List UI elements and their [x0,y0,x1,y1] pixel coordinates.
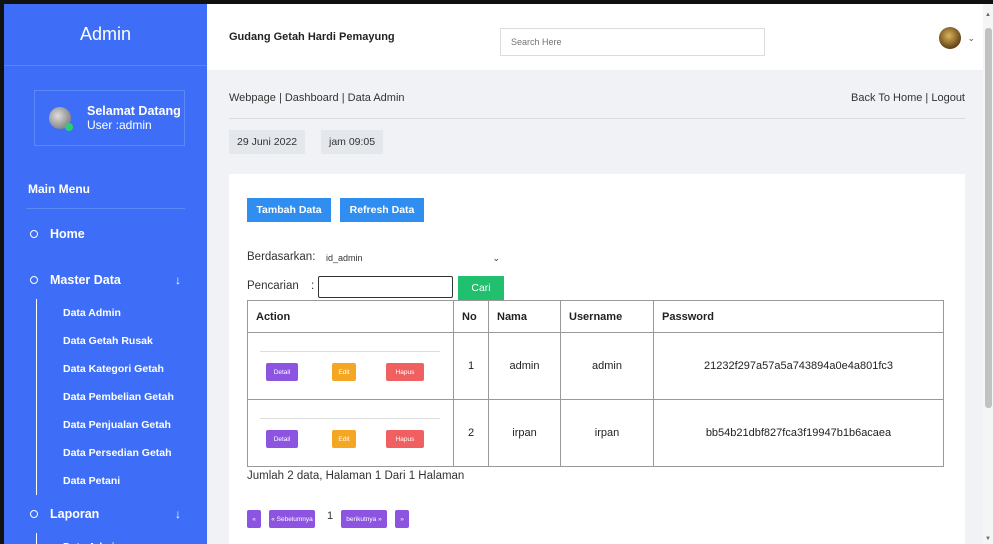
chevron-down-icon[interactable]: ⌄ [967,33,975,44]
column-header-nama: Nama [488,300,561,333]
submenu-item-data-getah-rusak[interactable]: Data Getah Rusak [63,327,207,355]
action-cell: Detail Edit Hapus [247,399,454,467]
cell-nama: admin [488,332,561,400]
avatar[interactable] [939,27,962,49]
header-links[interactable]: Back To Home | Logout [851,92,965,104]
detail-button[interactable]: Detail [266,363,298,381]
submenu-item-data-admin[interactable]: Data Admin [63,299,207,327]
submenu-item-data-persedian-getah[interactable]: Data Persedian Getah [63,439,207,467]
table-row: Detail Edit Hapus 2 irpan irpan bb54b21d… [247,399,944,467]
circle-icon [30,230,38,238]
submenu-item-data-kategori-getah[interactable]: Data Kategori Getah [63,355,207,383]
sidebar-item-label: Home [50,227,85,241]
cell-username: admin [560,332,654,400]
submenu-item-data-petani[interactable]: Data Petani [63,467,207,495]
circle-icon [30,276,38,284]
cell-username: irpan [560,399,654,467]
column-header-action: Action [247,300,454,333]
sidebar: Admin Selamat Datang User :admin Main Me… [0,0,207,544]
circle-icon [30,510,38,518]
data-card: Tambah Data Refresh Data Berdasarkan: id… [229,174,965,544]
sidebar-item-home[interactable]: Home [4,221,207,247]
app-title: Gudang Getah Hardi Pemayung [229,31,395,43]
user-panel: Selamat Datang User :admin [34,90,185,146]
search-input[interactable] [500,28,765,56]
user-label: User :admin [87,118,152,132]
breadcrumb[interactable]: Webpage | Dashboard | Data Admin [229,92,405,104]
hapus-button[interactable]: Hapus [386,430,424,448]
brand-title[interactable]: Admin [4,4,207,66]
date-badge: 29 Juni 2022 [229,130,306,154]
scroll-up-icon[interactable]: ▲ [985,12,991,18]
divider [229,118,965,119]
cell-password: bb54b21dbf827fca3f19947b1b6acaea [653,399,944,467]
laporan-submenu: Data Admin [36,533,207,544]
sidebar-item-label: Laporan [50,507,100,521]
cell-password: 21232f297a57a5a743894a0e4a801fc3 [653,332,944,400]
scrollbar[interactable]: ▲ ▼ [983,4,993,544]
berdasarkan-label: Berdasarkan: [247,251,316,263]
welcome-text: Selamat Datang [87,104,181,118]
tambah-data-button[interactable]: Tambah Data [247,198,331,222]
detail-button[interactable]: Detail [266,430,298,448]
refresh-data-button[interactable]: Refresh Data [340,198,424,222]
main-content: Webpage | Dashboard | Data Admin Back To… [207,70,983,544]
sidebar-item-master-data[interactable]: Master Data ↓ [4,267,207,293]
edit-button[interactable]: Edit [332,430,356,448]
submenu-item-laporan-data-admin[interactable]: Data Admin [63,533,207,544]
avatar [49,107,73,131]
arrow-down-icon: ↓ [175,273,181,287]
master-data-submenu: Data Admin Data Getah Rusak Data Kategor… [36,299,207,495]
pencarian-label: Pencarian [247,280,299,292]
prev-page-button[interactable]: « Sebelumnya [269,510,315,528]
profile-menu[interactable]: ⌄ [939,27,975,49]
arrow-down-icon: ↓ [175,507,181,521]
sidebar-item-label: Master Data [50,273,121,287]
main-menu-heading: Main Menu [28,182,90,196]
filter-select[interactable]: id_admin ⌄ [318,248,504,268]
sidebar-item-laporan[interactable]: Laporan ↓ [4,501,207,527]
time-badge: jam 09:05 [321,130,384,154]
submenu-item-data-pembelian-getah[interactable]: Data Pembelian Getah [63,383,207,411]
pagination-summary: Jumlah 2 data, Halaman 1 Dari 1 Halaman [247,470,465,482]
select-value: id_admin [326,253,363,263]
action-cell: Detail Edit Hapus [247,332,454,400]
column-header-no: No [453,300,489,333]
current-page[interactable]: 1 [327,510,333,522]
divider [26,208,185,209]
chevron-down-icon: ⌄ [492,252,500,263]
next-page-button[interactable]: berikutnya » [341,510,387,528]
first-page-button[interactable]: « [247,510,261,528]
scroll-down-icon[interactable]: ▼ [985,536,991,542]
scrollbar-thumb[interactable] [985,28,992,408]
cell-nama: irpan [488,399,561,467]
colon-label: : [311,280,315,292]
topbar: Gudang Getah Hardi Pemayung ⌄ [207,0,993,70]
cell-no: 1 [453,332,489,400]
admin-table: Action No Nama Username Password Detail … [247,300,944,467]
column-header-password: Password [653,300,944,333]
column-header-username: Username [560,300,654,333]
search-field[interactable] [318,276,453,298]
table-row: Detail Edit Hapus 1 admin admin 21232f29… [247,332,944,400]
hapus-button[interactable]: Hapus [386,363,424,381]
edit-button[interactable]: Edit [332,363,356,381]
submenu-item-data-penjualan-getah[interactable]: Data Penjualan Getah [63,411,207,439]
cari-button[interactable]: Cari [458,276,504,300]
last-page-button[interactable]: » [395,510,409,528]
cell-no: 2 [453,399,489,467]
